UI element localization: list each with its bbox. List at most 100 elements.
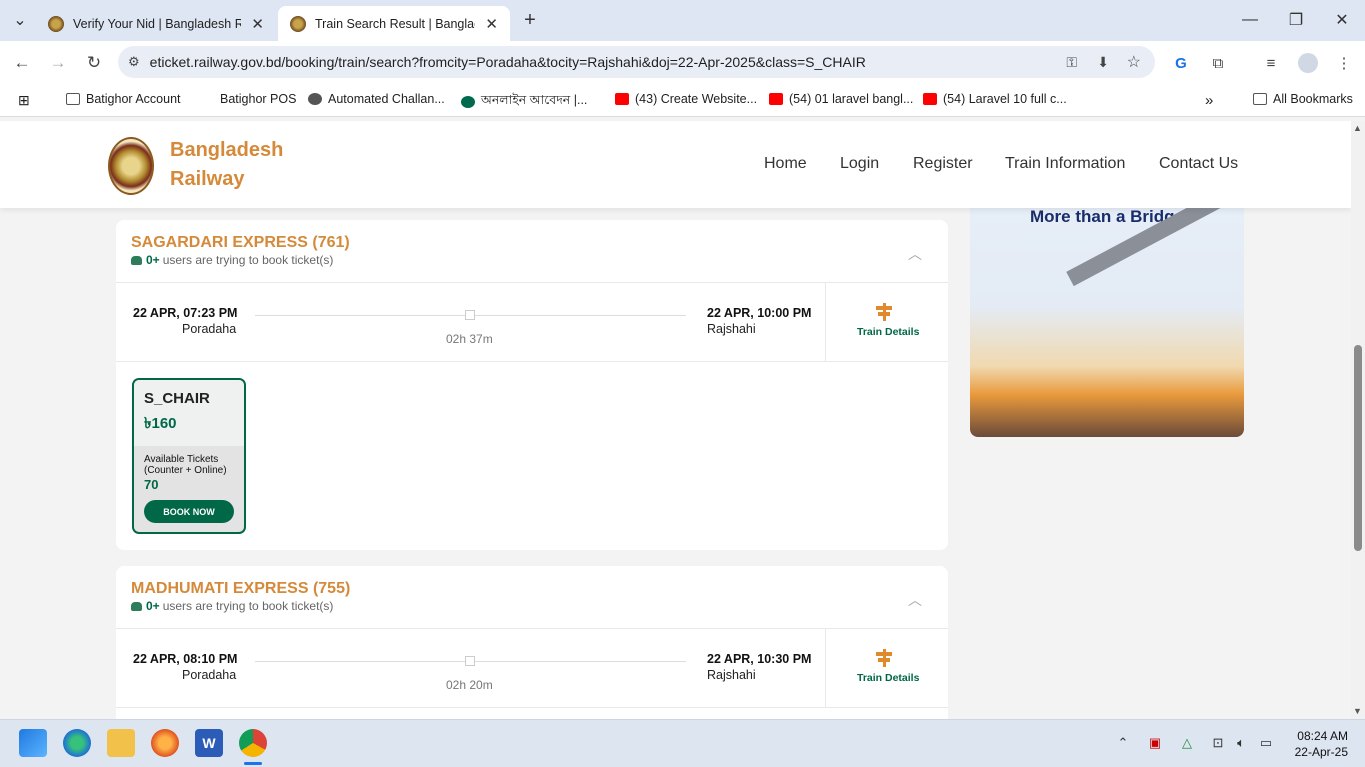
- tab-title: Train Search Result | Bangladesh: [315, 16, 475, 31]
- divider: [116, 361, 948, 362]
- install-icon[interactable]: ⬇: [1097, 54, 1109, 71]
- windows-start-icon[interactable]: [19, 729, 47, 757]
- apps-grid-icon[interactable]: ⊞: [18, 92, 30, 109]
- nav-register[interactable]: Register: [913, 155, 973, 173]
- taskbar-clock[interactable]: 08:24 AM 22-Apr-25: [1290, 728, 1348, 760]
- arrival-station: Rajshahi: [707, 668, 756, 682]
- youtube-icon: [923, 93, 937, 105]
- nav-home[interactable]: Home: [764, 155, 807, 173]
- bookmark-automated-challan[interactable]: Automated Challan...: [308, 92, 445, 106]
- windows-taskbar: W ⌃ ▣ △ ⊡ 🔈︎ ▭ 08:24 AM 22-Apr-25: [0, 719, 1365, 767]
- bridge-advertisement[interactable]: More than a Bridge: [970, 201, 1244, 437]
- firefox-icon[interactable]: [151, 729, 179, 757]
- reload-icon[interactable]: ↻: [81, 50, 107, 76]
- volume-icon[interactable]: 🔈︎: [1232, 734, 1250, 752]
- forward-icon[interactable]: →: [45, 50, 71, 76]
- site-info-icon[interactable]: ⚙: [128, 54, 140, 70]
- departure-station: Poradaha: [182, 668, 237, 682]
- edge-icon[interactable]: [63, 729, 91, 757]
- key-icon[interactable]: ⚿: [1066, 54, 1077, 71]
- globe-icon: [308, 93, 322, 105]
- close-window-icon[interactable]: ✕: [1330, 8, 1354, 32]
- available-tickets-count: 70: [144, 477, 159, 492]
- close-tab-icon[interactable]: ✕: [485, 15, 498, 33]
- brand-line-1: Bangladesh: [170, 139, 284, 161]
- nav-login[interactable]: Login: [840, 155, 879, 173]
- nav-train-information[interactable]: Train Information: [1005, 155, 1125, 173]
- bookmark-label: Batighor Account: [86, 92, 181, 106]
- close-tab-icon[interactable]: ✕: [251, 15, 264, 33]
- bookmarks-bar: ⊞ Batighor Account Batighor POS Automate…: [0, 83, 1365, 117]
- pdf-reader-tray-icon[interactable]: ▣: [1146, 734, 1164, 752]
- users-count: 0+: [146, 599, 160, 613]
- show-hidden-icons-icon[interactable]: ⌃: [1114, 734, 1132, 752]
- bookmark-laravel-10[interactable]: (54) Laravel 10 full c...: [923, 92, 1067, 106]
- train-details-link[interactable]: Train Details: [857, 326, 919, 338]
- url-text[interactable]: eticket.railway.gov.bd/booking/train/sea…: [150, 54, 866, 70]
- booking-users-info: 0+ users are trying to book ticket(s): [131, 253, 333, 267]
- extensions-icon[interactable]: ⧉: [1208, 53, 1228, 73]
- chevron-up-icon[interactable]: ︿: [908, 244, 922, 264]
- book-now-button[interactable]: BOOK NOW: [144, 500, 234, 523]
- google-drive-tray-icon[interactable]: △: [1178, 734, 1196, 752]
- bookmark-create-website[interactable]: (43) Create Website...: [615, 92, 757, 106]
- scrollbar-thumb[interactable]: [1354, 345, 1362, 551]
- journey-midpoint: [465, 656, 475, 666]
- page-viewport: Bangladesh Railway Home Login Register T…: [0, 121, 1351, 719]
- media-control-icon[interactable]: ≡: [1261, 53, 1281, 73]
- nav-contact-us[interactable]: Contact Us: [1159, 155, 1238, 173]
- youtube-icon: [615, 93, 629, 105]
- scroll-up-icon[interactable]: ▲: [1353, 123, 1362, 133]
- bookmark-label: Automated Challan...: [328, 92, 445, 106]
- bookmark-star-icon[interactable]: ☆: [1127, 52, 1141, 72]
- seat-fare: ৳160: [144, 415, 177, 432]
- tab-verify-nid[interactable]: Verify Your Nid | Bangladesh Ra ✕: [36, 6, 276, 41]
- file-explorer-icon[interactable]: [107, 729, 135, 757]
- translate-icon[interactable]: G: [1171, 53, 1191, 73]
- bd-flag-icon: [461, 96, 475, 108]
- battery-icon[interactable]: ▭: [1257, 734, 1275, 752]
- chrome-icon[interactable]: [239, 729, 267, 757]
- train-name: MADHUMATI EXPRESS (755): [131, 580, 351, 597]
- railway-favicon-icon: [48, 15, 64, 32]
- tab-search-icon[interactable]: ⌄: [8, 8, 32, 32]
- restore-icon[interactable]: ❐: [1284, 8, 1308, 32]
- scroll-down-icon[interactable]: ▼: [1353, 706, 1362, 716]
- word-icon[interactable]: W: [195, 729, 223, 757]
- seat-class: S_CHAIR: [144, 390, 210, 407]
- train-name: SAGARDARI EXPRESS (761): [131, 234, 350, 251]
- minimize-icon[interactable]: —: [1238, 8, 1262, 32]
- users-text: users are trying to book ticket(s): [162, 599, 334, 613]
- divider: [116, 707, 948, 708]
- more-bookmarks-button[interactable]: »: [1205, 92, 1213, 109]
- signpost-icon: [876, 303, 892, 321]
- all-bookmarks-button[interactable]: All Bookmarks: [1253, 92, 1353, 106]
- bookmark-batighor-pos[interactable]: Batighor POS: [220, 92, 296, 106]
- train-details-link[interactable]: Train Details: [857, 672, 919, 684]
- address-bar[interactable]: ⚙ eticket.railway.gov.bd/booking/train/s…: [118, 46, 1155, 78]
- clock-date: 22-Apr-25: [1294, 745, 1348, 759]
- bookmark-online-application[interactable]: অনলাইন আবেদন |...: [461, 92, 587, 112]
- train-card: MADHUMATI EXPRESS (755) 0+ users are try…: [116, 566, 948, 719]
- brand-name[interactable]: Bangladesh Railway: [170, 136, 283, 194]
- brand-line-2: Railway: [170, 168, 245, 190]
- railway-logo[interactable]: [108, 137, 154, 195]
- profile-avatar-icon[interactable]: [1298, 53, 1318, 73]
- folder-icon: [66, 93, 80, 105]
- new-tab-icon[interactable]: +: [518, 8, 542, 32]
- page-scrollbar[interactable]: ▲ ▼: [1351, 121, 1365, 719]
- tab-train-search[interactable]: Train Search Result | Bangladesh ✕: [278, 6, 510, 41]
- bookmark-label: Batighor POS: [220, 92, 297, 106]
- seat-class-card[interactable]: S_CHAIR ৳160 Available Tickets (Counter …: [132, 378, 246, 534]
- users-text: users are trying to book ticket(s): [162, 253, 334, 267]
- available-tickets-label: Available Tickets (Counter + Online): [144, 454, 227, 476]
- bookmark-laravel-bangla[interactable]: (54) 01 laravel bangl...: [769, 92, 913, 106]
- divider: [116, 282, 948, 283]
- railway-favicon-icon: [290, 15, 306, 32]
- chevron-up-icon[interactable]: ︿: [908, 590, 922, 610]
- back-icon[interactable]: ←: [9, 50, 35, 76]
- menu-dots-icon[interactable]: ⋮: [1334, 53, 1354, 73]
- network-icon[interactable]: ⊡: [1209, 734, 1227, 752]
- arrival-time: 22 APR, 10:30 PM: [707, 652, 812, 666]
- bookmark-batighor-account[interactable]: Batighor Account: [66, 92, 181, 106]
